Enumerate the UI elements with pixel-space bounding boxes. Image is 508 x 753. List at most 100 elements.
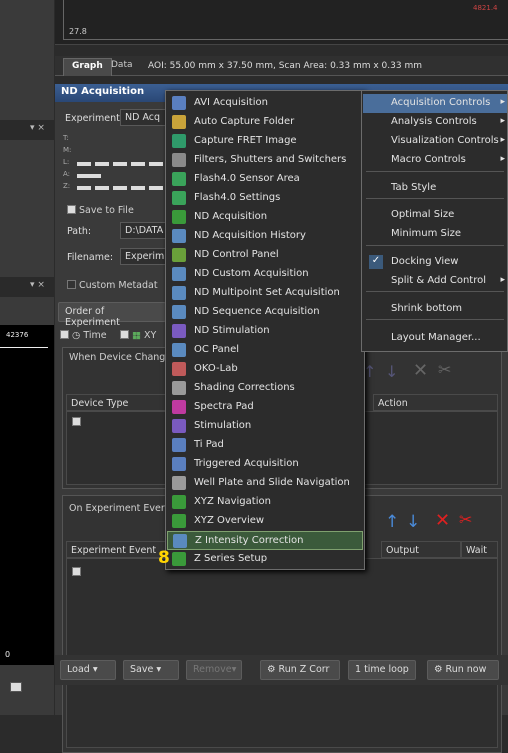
experiment-label: Experiment: xyxy=(65,113,124,124)
menu-item-icon xyxy=(172,172,186,186)
submenu-item-tab-style[interactable]: Tab Style xyxy=(363,179,507,198)
submenu-separator xyxy=(366,245,504,246)
experiment-event-title: On Experiment Ever xyxy=(69,503,165,514)
menu-item-icon xyxy=(172,381,186,395)
menu-item-label: Flash4.0 Settings xyxy=(194,192,281,203)
menu-item-xyz-overview[interactable]: XYZ Overview xyxy=(167,512,363,531)
delete-red-icon[interactable]: ✕ xyxy=(435,510,450,531)
custom-metadata-checkbox[interactable]: Custom Metadat xyxy=(67,280,158,291)
menu-item-z-intensity-correction[interactable]: Z Intensity Correction xyxy=(167,531,363,550)
menu-item-z-series-setup[interactable]: Z Series Setup xyxy=(167,550,363,569)
submenu-item-split-add-control[interactable]: Split & Add Control ▸ xyxy=(363,272,507,291)
menu-item-icon xyxy=(172,343,186,357)
menu-item-nd-multipoint-set-acquisition[interactable]: ND Multipoint Set Acquisition xyxy=(167,284,363,303)
left-dock-close-icon[interactable]: ▾ × xyxy=(30,280,45,290)
experiment-select[interactable]: ND Acq xyxy=(120,109,170,126)
submenu-item-label: Visualization Controls xyxy=(391,135,499,146)
submenu-item-label: Docking View xyxy=(391,256,459,267)
submenu-item-analysis-controls[interactable]: Analysis Controls ▸ xyxy=(363,113,507,132)
menu-item-nd-custom-acquisition[interactable]: ND Custom Acquisition xyxy=(167,265,363,284)
save-button[interactable]: Save ▾ xyxy=(123,660,179,680)
event-row-checkbox[interactable] xyxy=(72,567,81,576)
left-dock-pin-icon[interactable]: ▾ × xyxy=(30,123,45,133)
step-number-badge: 8 xyxy=(158,548,170,568)
order-of-experiment-button[interactable]: Order of Experiment xyxy=(58,302,166,328)
move-up-icon[interactable]: ↑ xyxy=(363,362,376,381)
move-down-icon[interactable]: ↓ xyxy=(385,362,398,381)
left-dock-header: ▾ × xyxy=(0,120,54,140)
check-icon: ✓ xyxy=(369,255,383,269)
time-checkbox[interactable]: ◷ Time xyxy=(60,330,107,341)
menu-item-icon xyxy=(172,438,186,452)
submenu-item-label: Optimal Size xyxy=(391,209,455,220)
remove-button[interactable]: Remove▾ xyxy=(186,660,242,680)
run-now-button[interactable]: ⚙ Run now xyxy=(427,660,499,680)
path-input[interactable]: D:\DATA xyxy=(120,222,170,239)
action-header[interactable]: Action xyxy=(373,394,498,411)
menu-item-icon xyxy=(172,514,186,528)
device-change-title: When Device Chang xyxy=(69,352,166,363)
menu-item-label: Shading Corrections xyxy=(194,382,295,393)
menu-item-oc-panel[interactable]: OC Panel xyxy=(167,341,363,360)
menu-item-label: ND Stimulation xyxy=(194,325,270,336)
submenu-item-minimum-size[interactable]: Minimum Size xyxy=(363,225,507,244)
submenu-item-shrink-bottom[interactable]: Shrink bottom xyxy=(363,300,507,319)
menu-item-flash4-0-settings[interactable]: Flash4.0 Settings xyxy=(167,189,363,208)
menu-item-label: Triggered Acquisition xyxy=(194,458,299,469)
menu-item-avi-acquisition[interactable]: AVI Acquisition xyxy=(167,94,363,113)
menu-item-shading-corrections[interactable]: Shading Corrections xyxy=(167,379,363,398)
output-header[interactable]: Output xyxy=(381,541,461,558)
menu-item-ti-pad[interactable]: Ti Pad xyxy=(167,436,363,455)
move-up-icon-2[interactable]: ↑ xyxy=(385,512,399,532)
menu-item-nd-control-panel[interactable]: ND Control Panel xyxy=(167,246,363,265)
filename-input[interactable]: Experim xyxy=(120,248,170,265)
menu-item-label: Z Intensity Correction xyxy=(195,535,304,546)
menu-item-nd-acquisition[interactable]: ND Acquisition xyxy=(167,208,363,227)
tab-data[interactable]: Data xyxy=(103,58,141,76)
submenu-item-label: Macro Controls xyxy=(391,154,466,165)
menu-item-nd-acquisition-history[interactable]: ND Acquisition History xyxy=(167,227,363,246)
submenu-item-optimal-size[interactable]: Optimal Size xyxy=(363,206,507,225)
run-z-corr-button[interactable]: ⚙ Run Z Corr xyxy=(260,660,340,680)
menu-item-label: Filters, Shutters and Switchers xyxy=(194,154,347,165)
menu-item-flash4-0-sensor-area[interactable]: Flash4.0 Sensor Area xyxy=(167,170,363,189)
left-dock-header-2: ▾ × xyxy=(0,277,54,297)
menu-item-well-plate-and-slide-navigation[interactable]: Well Plate and Slide Navigation xyxy=(167,474,363,493)
submenu-item-visualization-controls[interactable]: Visualization Controls ▸ xyxy=(363,132,507,151)
clear-icon[interactable]: ✂ xyxy=(438,360,451,379)
filename-label: Filename: xyxy=(67,252,114,263)
move-down-icon-2[interactable]: ↓ xyxy=(406,512,420,532)
load-button[interactable]: Load ▾ xyxy=(60,660,116,680)
menu-item-label: Stimulation xyxy=(194,420,252,431)
submenu-item-macro-controls[interactable]: Macro Controls ▸ xyxy=(363,151,507,170)
wait-header[interactable]: Wait xyxy=(461,541,498,558)
menu-item-nd-stimulation[interactable]: ND Stimulation xyxy=(167,322,363,341)
menu-item-label: ND Acquisition xyxy=(194,211,268,222)
submenu-arrow-icon: ▸ xyxy=(500,116,505,126)
menu-item-label: OC Panel xyxy=(194,344,240,355)
menu-item-icon xyxy=(172,229,186,243)
save-to-file-checkbox[interactable]: Save to File xyxy=(67,205,134,216)
delete-icon[interactable]: ✕ xyxy=(413,360,428,381)
device-type-header[interactable]: Device Type xyxy=(66,394,176,411)
menu-item-auto-capture-folder[interactable]: Auto Capture Folder xyxy=(167,113,363,132)
submenu-item-layout-manager-[interactable]: Layout Manager... xyxy=(363,329,507,348)
xy-checkbox[interactable]: ▦ XY xyxy=(120,330,156,341)
menu-item-capture-fret-image[interactable]: Capture FRET Image xyxy=(167,132,363,151)
menu-item-label: Auto Capture Folder xyxy=(194,116,295,127)
loop-button[interactable]: 1 time loop xyxy=(348,660,416,680)
clear-red-icon[interactable]: ✂ xyxy=(459,510,472,529)
menu-item-icon xyxy=(172,362,186,376)
submenu-item-docking-view[interactable]: ✓ Docking View xyxy=(363,253,507,272)
menu-item-oko-lab[interactable]: OKO-Lab xyxy=(167,360,363,379)
submenu-separator xyxy=(366,291,504,292)
menu-item-stimulation[interactable]: Stimulation xyxy=(167,417,363,436)
menu-item-triggered-acquisition[interactable]: Triggered Acquisition xyxy=(167,455,363,474)
checker-icon[interactable] xyxy=(10,682,22,692)
menu-item-filters-shutters-and-switchers[interactable]: Filters, Shutters and Switchers xyxy=(167,151,363,170)
submenu-item-acquisition-controls[interactable]: Acquisition Controls ▸ xyxy=(363,94,507,113)
device-row-checkbox[interactable] xyxy=(72,417,81,426)
menu-item-nd-sequence-acquisition[interactable]: ND Sequence Acquisition xyxy=(167,303,363,322)
menu-item-spectra-pad[interactable]: Spectra Pad xyxy=(167,398,363,417)
menu-item-xyz-navigation[interactable]: XYZ Navigation xyxy=(167,493,363,512)
